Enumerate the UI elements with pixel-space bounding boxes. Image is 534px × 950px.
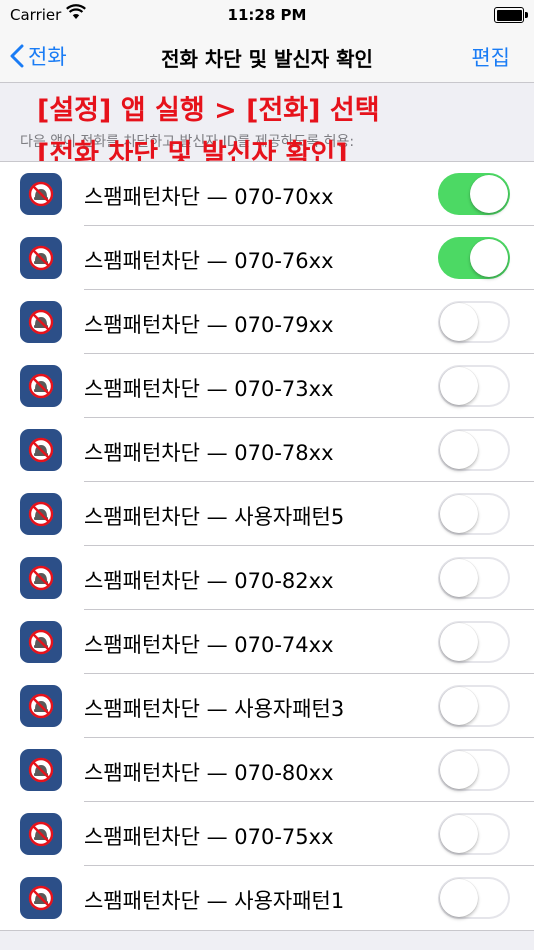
list-item-label: 스팸패턴차단 — 사용자패턴3	[84, 697, 345, 721]
enable-toggle[interactable]	[438, 685, 510, 727]
enable-toggle[interactable]	[438, 813, 510, 855]
toggle-knob	[470, 175, 508, 213]
navigation-bar: 전화 전화 차단 및 발신자 확인 편집	[0, 30, 534, 83]
toggle-knob	[440, 623, 478, 661]
list-item: 스팸패턴차단 — 070-76xx	[0, 226, 534, 290]
spam-block-phone-icon	[20, 237, 62, 279]
list-item-label: 스팸패턴차단 — 사용자패턴5	[84, 505, 345, 529]
spam-block-phone-icon	[20, 173, 62, 215]
list-item: 스팸패턴차단 — 070-70xx	[0, 162, 534, 226]
list-item: 스팸패턴차단 — 사용자패턴3	[0, 674, 534, 738]
enable-toggle[interactable]	[438, 877, 510, 919]
toggle-knob	[440, 303, 478, 341]
enable-toggle[interactable]	[438, 429, 510, 471]
spam-block-phone-icon	[20, 557, 62, 599]
toggle-knob	[440, 751, 478, 789]
spam-block-phone-icon	[20, 749, 62, 791]
toggle-knob	[440, 431, 478, 469]
toggle-knob	[440, 495, 478, 533]
spam-block-phone-icon	[20, 877, 62, 919]
spam-block-phone-icon	[20, 685, 62, 727]
edit-button[interactable]: 편집	[471, 42, 510, 72]
list-item-label: 스팸패턴차단 — 070-73xx	[84, 377, 334, 401]
list-item-label: 스팸패턴차단 — 070-80xx	[84, 761, 334, 785]
instruction-overlay-line1: [설정] 앱 실행 > [전화] 선택	[37, 95, 380, 126]
status-bar: Carrier 11:28 PM	[0, 0, 534, 30]
toggle-knob	[440, 879, 478, 917]
toggle-knob	[470, 239, 508, 277]
toggle-knob	[440, 367, 478, 405]
blocking-apps-list: 스팸패턴차단 — 070-70xx 스팸패턴차단 — 070-76xx 스팸패턴…	[0, 161, 534, 931]
enable-toggle[interactable]	[438, 621, 510, 663]
spam-block-phone-icon	[20, 365, 62, 407]
clock: 11:28 PM	[227, 6, 307, 24]
list-item-label: 스팸패턴차단 — 070-70xx	[84, 185, 334, 209]
list-item-label: 스팸패턴차단 — 070-82xx	[84, 569, 334, 593]
enable-toggle[interactable]	[438, 365, 510, 407]
list-item: 스팸패턴차단 — 070-79xx	[0, 290, 534, 354]
toggle-knob	[440, 687, 478, 725]
enable-toggle[interactable]	[438, 173, 510, 215]
enable-toggle[interactable]	[438, 493, 510, 535]
enable-toggle[interactable]	[438, 749, 510, 791]
list-item: 스팸패턴차단 — 070-82xx	[0, 546, 534, 610]
spam-block-phone-icon	[20, 621, 62, 663]
list-item: 스팸패턴차단 — 070-74xx	[0, 610, 534, 674]
toggle-knob	[440, 559, 478, 597]
spam-block-phone-icon	[20, 813, 62, 855]
battery-icon	[494, 7, 528, 23]
enable-toggle[interactable]	[438, 237, 510, 279]
enable-toggle[interactable]	[438, 557, 510, 599]
list-item: 스팸패턴차단 — 070-80xx	[0, 738, 534, 802]
list-item: 스팸패턴차단 — 사용자패턴5	[0, 482, 534, 546]
list-item: 스팸패턴차단 — 070-75xx	[0, 802, 534, 866]
page-title: 전화 차단 및 발신자 확인	[161, 47, 373, 71]
spam-block-phone-icon	[20, 301, 62, 343]
list-item-label: 스팸패턴차단 — 070-74xx	[84, 633, 334, 657]
enable-toggle[interactable]	[438, 301, 510, 343]
list-item-label: 스팸패턴차단 — 070-75xx	[84, 825, 334, 849]
spam-block-phone-icon	[20, 429, 62, 471]
list-item: 스팸패턴차단 — 070-73xx	[0, 354, 534, 418]
list-item-label: 스팸패턴차단 — 070-76xx	[84, 249, 334, 273]
list-item-label: 스팸패턴차단 — 070-79xx	[84, 313, 334, 337]
list-item: 스팸패턴차단 — 070-78xx	[0, 418, 534, 482]
toggle-knob	[440, 815, 478, 853]
list-item: 스팸패턴차단 — 사용자패턴1	[0, 866, 534, 930]
list-item-label: 스팸패턴차단 — 070-78xx	[84, 441, 334, 465]
spam-block-phone-icon	[20, 493, 62, 535]
list-item-label: 스팸패턴차단 — 사용자패턴1	[84, 889, 345, 913]
